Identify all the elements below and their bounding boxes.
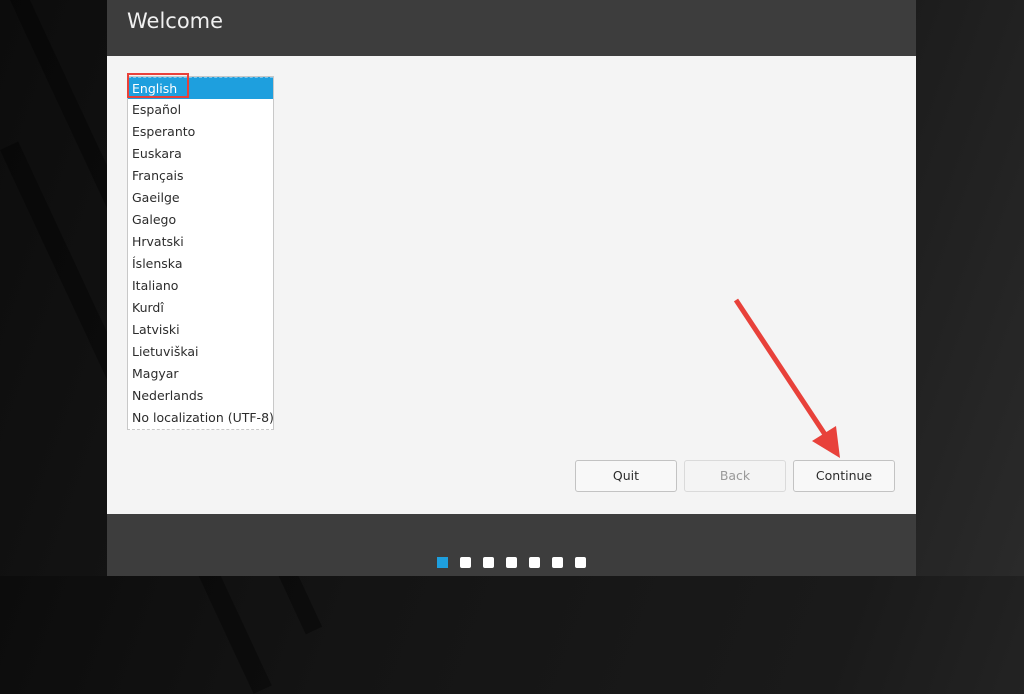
progress-dot: [575, 557, 586, 568]
language-item[interactable]: Esperanto: [128, 121, 273, 143]
language-item[interactable]: Hrvatski: [128, 231, 273, 253]
language-item[interactable]: Latviski: [128, 319, 273, 341]
language-item[interactable]: Íslenska: [128, 253, 273, 275]
progress-dot: [483, 557, 494, 568]
language-item[interactable]: Galego: [128, 209, 273, 231]
back-button: Back: [684, 460, 786, 492]
progress-dot: [506, 557, 517, 568]
language-item[interactable]: Español: [128, 99, 273, 121]
language-item[interactable]: Euskara: [128, 143, 273, 165]
language-item[interactable]: No localization (UTF-8): [128, 407, 273, 429]
continue-button[interactable]: Continue: [793, 460, 895, 492]
installer-window: Welcome English Español Esperanto Euskara Fr…: [107, 0, 916, 576]
language-item[interactable]: Gaeilge: [128, 187, 273, 209]
progress-dot: [460, 557, 471, 568]
progress-dot: [529, 557, 540, 568]
progress-dot-active: [437, 557, 448, 568]
language-list[interactable]: English Español Esperanto Euskara Français Ga…: [127, 76, 274, 430]
quit-button[interactable]: Quit: [575, 460, 677, 492]
language-item[interactable]: Italiano: [128, 275, 273, 297]
language-item[interactable]: Nederlands: [128, 385, 273, 407]
window-header: Welcome: [107, 0, 916, 56]
progress-dot: [552, 557, 563, 568]
language-item[interactable]: Français: [128, 165, 273, 187]
language-item[interactable]: Magyar: [128, 363, 273, 385]
language-item[interactable]: Kurdî: [128, 297, 273, 319]
progress-dots: [437, 557, 586, 568]
annotation-highlight-box: [127, 73, 189, 98]
content-area: English Español Esperanto Euskara Français Ga…: [107, 56, 916, 514]
window-footer: [107, 514, 916, 576]
page-title: Welcome: [127, 9, 224, 33]
language-item[interactable]: Lietuviškai: [128, 341, 273, 363]
